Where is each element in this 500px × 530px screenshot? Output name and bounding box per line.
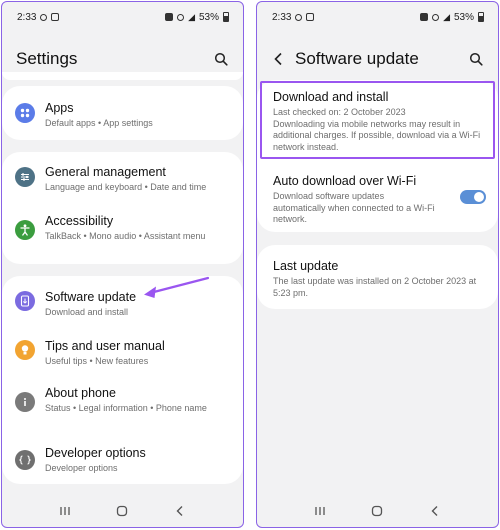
back-button[interactable] — [428, 504, 442, 518]
page-title: Settings — [16, 49, 78, 68]
software-update-screen: 2:33 ◢ 53% Software update Download and … — [256, 1, 499, 528]
highlight-box — [260, 81, 495, 159]
wifi-icon — [177, 13, 185, 21]
gallery-icon — [51, 13, 60, 21]
item-title: About phone — [45, 386, 116, 400]
status-bar: 2:33 ◢ 53% — [257, 2, 498, 32]
navigation-bar — [2, 495, 243, 527]
status-bar: 2:33 ◢ 53% — [2, 2, 243, 32]
alarm-icon — [165, 13, 174, 21]
settings-item-accessibility[interactable]: Accessibility TalkBack • Mono audio • As… — [2, 198, 243, 264]
item-title: General management — [45, 165, 166, 179]
battery-icon — [223, 12, 229, 22]
system-card: Software update Download and install Tip… — [2, 276, 243, 484]
item-subtitle: Default apps • App settings — [45, 118, 153, 128]
back-arrow-icon[interactable] — [271, 51, 285, 67]
lightbulb-icon — [15, 340, 35, 360]
item-subtitle: Download software updates automatically … — [273, 191, 435, 224]
code-braces-icon — [15, 450, 35, 470]
page-title: Software update — [295, 49, 419, 68]
notification-icon — [40, 13, 48, 21]
settings-screen: 2:33 ◢ 53% Settings Apps Default apps • … — [1, 1, 244, 528]
status-time: 2:33 — [17, 11, 37, 23]
search-icon[interactable] — [213, 51, 229, 67]
item-title: Tips and user manual — [45, 339, 165, 353]
item-subtitle: TalkBack • Mono audio • Assistant menu — [45, 231, 206, 241]
settings-item-tips[interactable]: Tips and user manual Useful tips • New f… — [2, 326, 243, 374]
navigation-bar — [257, 495, 498, 527]
sliders-icon — [15, 167, 35, 187]
item-title: Auto download over Wi-Fi — [273, 174, 417, 188]
settings-item-about-phone[interactable]: About phone Status • Legal information •… — [2, 374, 243, 436]
accessibility-icon — [15, 220, 35, 240]
search-icon[interactable] — [468, 51, 484, 67]
apps-icon — [15, 103, 35, 123]
recents-button[interactable] — [58, 504, 72, 518]
item-subtitle: The last update was installed on 2 Octob… — [273, 276, 477, 298]
previous-card-edge — [2, 72, 243, 80]
signal-icon: ◢ — [188, 11, 195, 22]
gallery-icon — [306, 13, 315, 21]
app-bar: Software update — [257, 44, 498, 74]
notification-icon — [295, 13, 303, 21]
recents-button[interactable] — [313, 504, 327, 518]
item-title: Last update — [273, 259, 339, 273]
wifi-icon — [432, 13, 440, 21]
last-update-card[interactable]: Last update The last update was installe… — [257, 245, 498, 309]
battery-percent: 53% — [198, 11, 219, 23]
app-bar: Settings — [2, 44, 243, 74]
item-subtitle: Status • Legal information • Phone name — [45, 403, 207, 413]
alarm-icon — [420, 13, 429, 21]
item-subtitle: Developer options — [45, 463, 118, 473]
item-title: Developer options — [45, 446, 146, 460]
general-card: General management Language and keyboard… — [2, 152, 243, 264]
back-button[interactable] — [173, 504, 187, 518]
home-button[interactable] — [115, 504, 129, 518]
item-subtitle: Download and install — [45, 307, 129, 317]
settings-item-developer-options[interactable]: Developer options Developer options — [2, 436, 243, 484]
home-button[interactable] — [370, 504, 384, 518]
settings-item-apps[interactable]: Apps Default apps • App settings — [2, 86, 243, 140]
item-title: Accessibility — [45, 214, 114, 228]
signal-icon: ◢ — [443, 11, 450, 22]
info-icon — [15, 392, 35, 412]
settings-item-software-update[interactable]: Software update Download and install — [2, 276, 243, 326]
item-subtitle: Useful tips • New features — [45, 356, 149, 366]
pointer-arrow — [144, 276, 210, 298]
software-update-icon — [15, 291, 35, 311]
item-title: Software update — [45, 290, 137, 304]
apps-card: Apps Default apps • App settings — [2, 86, 243, 140]
item-title: Apps — [45, 101, 74, 115]
battery-percent: 53% — [453, 11, 474, 23]
battery-icon — [478, 12, 484, 22]
auto-download-toggle[interactable] — [460, 190, 486, 204]
settings-item-general-management[interactable]: General management Language and keyboard… — [2, 152, 243, 198]
item-subtitle: Language and keyboard • Date and time — [45, 182, 207, 192]
status-time: 2:33 — [272, 11, 292, 23]
